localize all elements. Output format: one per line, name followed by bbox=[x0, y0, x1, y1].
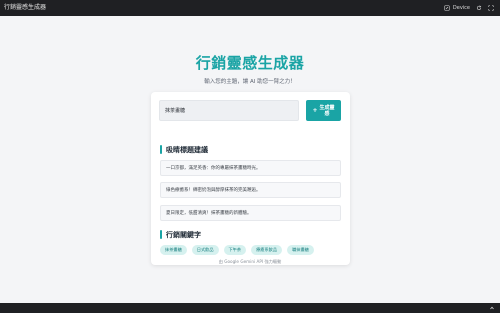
keywords-heading-text: 行銷關鍵字 bbox=[166, 230, 201, 239]
app-page: 行銷靈感生成器 輸入您的主題，讓 AI 助您一臂之力！ 抹茶畫糖 + 生成靈感 … bbox=[0, 16, 500, 303]
heading-accent-bar bbox=[160, 145, 162, 154]
page-footer: 由 Google Gemini API 強力驅動 bbox=[218, 259, 282, 264]
generate-button[interactable]: + 生成靈感 bbox=[306, 100, 341, 121]
topic-input[interactable]: 抹茶畫糖 bbox=[159, 100, 299, 121]
topic-input-value: 抹茶畫糖 bbox=[165, 108, 186, 114]
suggestion-text: 一口京都，滿足英香：你的專屬抹茶畫糖時光。 bbox=[166, 166, 261, 171]
fullscreen-icon[interactable] bbox=[488, 5, 494, 11]
input-row: 抹茶畫糖 + 生成靈感 bbox=[159, 100, 342, 121]
refresh-icon[interactable] bbox=[476, 5, 482, 11]
keywords-heading: 行銷關鍵字 bbox=[160, 230, 201, 239]
keyword-tag[interactable]: 日式飲品 bbox=[191, 245, 219, 255]
keyword-tags: 抹茶畫糖 日式飲品 下午茶 療癒系飲品 職抹畫糖 bbox=[160, 245, 314, 255]
suggestion-text: 夏日限定，低甜清爽！抹茶畫糖的新體驗。 bbox=[166, 211, 252, 216]
window-title: 行銷靈感生成器 bbox=[4, 4, 47, 11]
chevron-up-icon[interactable] bbox=[489, 305, 495, 311]
suggestion-item[interactable]: 綠色療癒系！綿密奶泡與醇厚抹茶的完美邂逅。 bbox=[160, 182, 341, 198]
keyword-tag[interactable]: 職抹畫糖 bbox=[287, 245, 314, 255]
bottom-bar bbox=[0, 303, 500, 313]
heading-accent-bar bbox=[160, 230, 162, 239]
window-actions: Device bbox=[444, 5, 494, 11]
suggestions-heading: 吸睛標題建議 bbox=[160, 145, 208, 154]
suggestions-heading-text: 吸睛標題建議 bbox=[166, 145, 208, 154]
device-label: Device bbox=[452, 5, 470, 11]
page-subtitle: 輸入您的主題，讓 AI 助您一臂之力！ bbox=[204, 79, 296, 85]
generate-button-label: 生成靈感 bbox=[319, 104, 335, 117]
suggestion-item[interactable]: 夏日限定，低甜清爽！抹茶畫糖的新體驗。 bbox=[160, 205, 341, 221]
device-icon bbox=[444, 5, 450, 11]
page-title: 行銷靈感生成器 bbox=[195, 54, 305, 72]
keyword-tag[interactable]: 下午茶 bbox=[223, 245, 247, 255]
plus-icon: + bbox=[312, 106, 318, 114]
page-header: 行銷靈感生成器 輸入您的主題，讓 AI 助您一臂之力！ bbox=[0, 52, 500, 85]
keyword-tag[interactable]: 抹茶畫糖 bbox=[160, 245, 187, 255]
keyword-tag[interactable]: 療癒系飲品 bbox=[251, 245, 283, 255]
suggestion-item[interactable]: 一口京都，滿足英香：你的專屬抹茶畫糖時光。 bbox=[160, 160, 341, 176]
generator-card: 抹茶畫糖 + 生成靈感 吸睛標題建議 一口京都，滿足英香：你的專屬抹茶畫糖時光。… bbox=[151, 92, 350, 265]
suggestion-text: 綠色療癒系！綿密奶泡與醇厚抹茶的完美邂逅。 bbox=[166, 188, 261, 193]
window-titlebar: 行銷靈感生成器 Device bbox=[0, 0, 500, 16]
device-button[interactable]: Device bbox=[444, 5, 470, 11]
